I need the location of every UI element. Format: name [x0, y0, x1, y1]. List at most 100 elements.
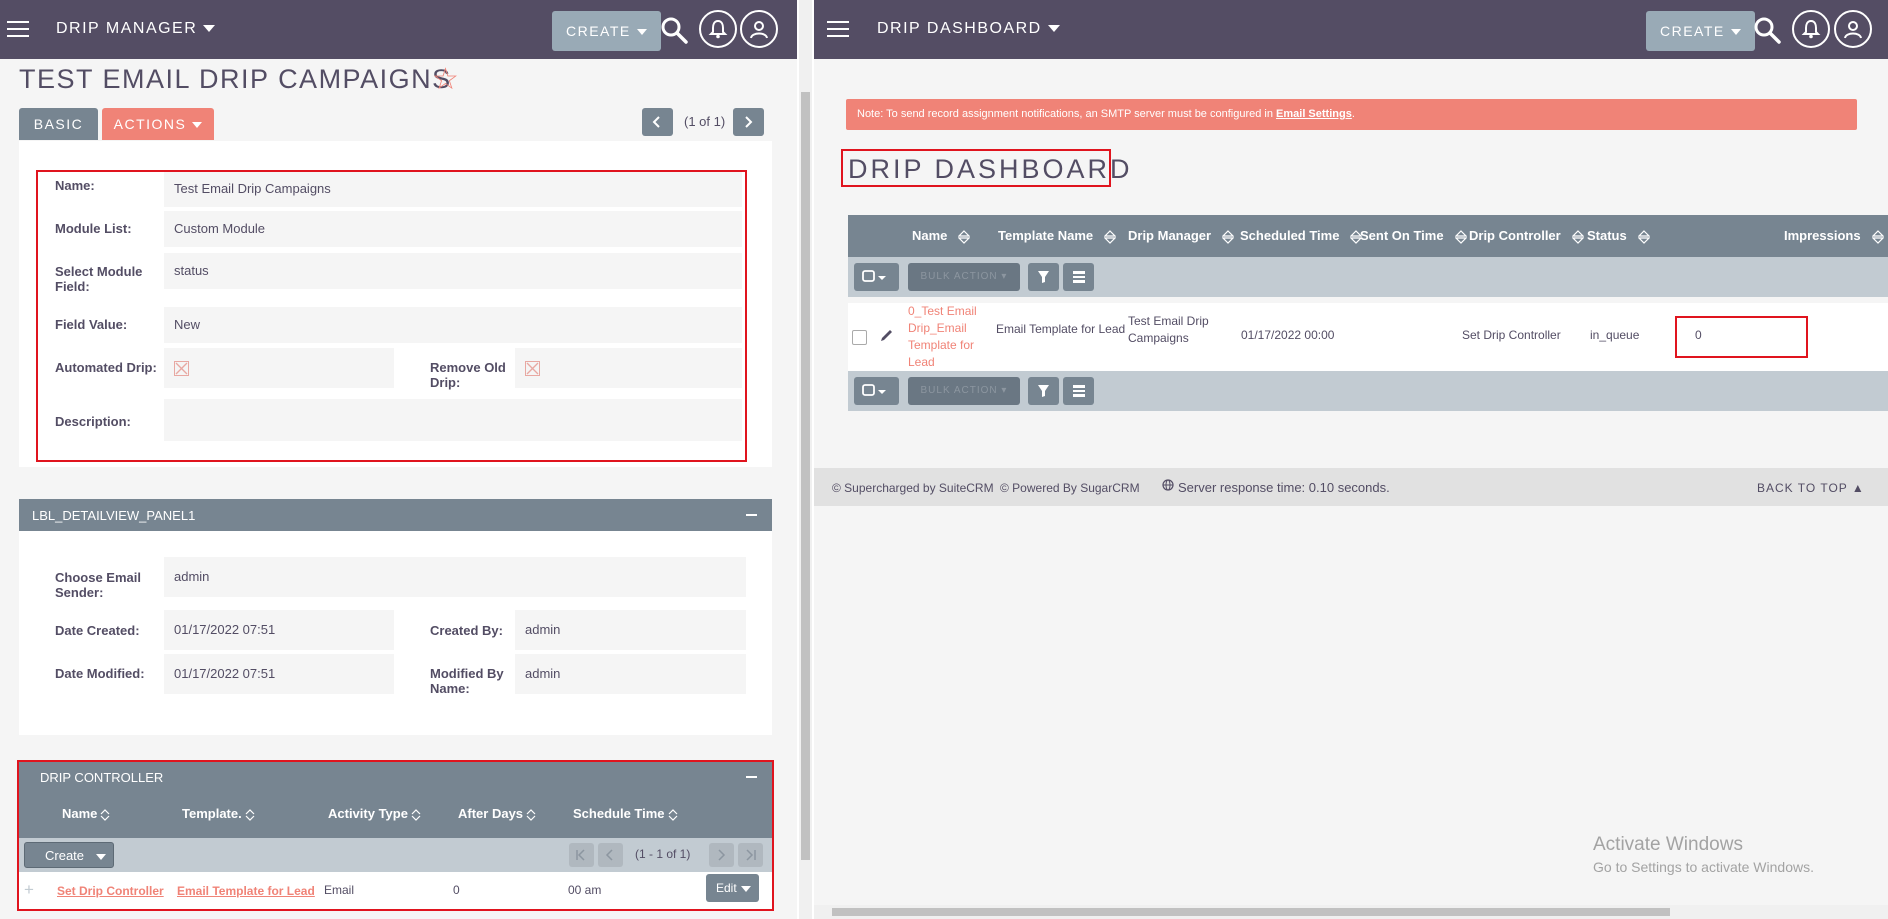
- module-title: DRIP DASHBOARD: [877, 20, 1042, 37]
- column-status[interactable]: Status: [1587, 228, 1650, 244]
- column-sent-on-time[interactable]: Sent On Time: [1360, 228, 1467, 244]
- highlight-box-dashboard-title: [841, 149, 1111, 187]
- tab-basic[interactable]: BASIC: [19, 108, 98, 140]
- module-menu[interactable]: DRIP MANAGER: [56, 20, 216, 38]
- column-name[interactable]: Name: [912, 228, 971, 244]
- modified-by-value: admin: [515, 654, 746, 694]
- list-column-headers: Name Template Name Drip Manager Schedule…: [848, 215, 1888, 263]
- column-label: Status: [1587, 228, 1627, 243]
- chevron-down-icon: [192, 122, 203, 129]
- email-sender-value: admin: [164, 557, 746, 597]
- panel1-title: LBL_DETAILVIEW_PANEL1: [32, 508, 196, 523]
- list-toolbar-top: BULK ACTION ▾: [848, 257, 1888, 297]
- column-template-name[interactable]: Template Name: [998, 228, 1117, 244]
- select-all-dropdown[interactable]: [854, 377, 899, 405]
- search-icon[interactable]: [1753, 16, 1781, 44]
- column-impressions[interactable]: Impressions: [1784, 228, 1884, 244]
- bulk-action-button[interactable]: BULK ACTION ▾: [908, 377, 1020, 405]
- status-cell: in_queue: [1590, 328, 1640, 342]
- detailview-panel1-header[interactable]: LBL_DETAILVIEW_PANEL1: [19, 499, 772, 531]
- select-all-dropdown[interactable]: [854, 263, 899, 291]
- bulk-action-label: BULK ACTION: [920, 385, 998, 396]
- hamburger-menu-icon[interactable]: [827, 21, 849, 37]
- notifications-bell-icon[interactable]: [1792, 10, 1830, 48]
- date-modified-label: Date Modified:: [55, 666, 145, 681]
- record-pager: (1 of 1): [684, 114, 726, 129]
- row-checkbox[interactable]: [852, 330, 867, 345]
- modified-by-label: Modified By Name:: [430, 666, 504, 696]
- chevron-down-icon: [1047, 25, 1060, 33]
- top-nav-bar: DRIP DASHBOARD CREATE: [814, 0, 1888, 59]
- column-chooser-icon[interactable]: [1063, 263, 1094, 291]
- search-icon[interactable]: [660, 16, 688, 44]
- create-button[interactable]: CREATE: [552, 11, 661, 51]
- highlight-box-drip-controller: [17, 760, 774, 911]
- top-nav-bar: DRIP MANAGER CREATE: [0, 0, 797, 59]
- drip-dashboard-pane: DRIP DASHBOARD CREATE Note: To send reco…: [814, 0, 1888, 919]
- notice-text: Note: To send record assignment notifica…: [857, 108, 1277, 120]
- column-label: Drip Controller: [1469, 228, 1561, 243]
- horizontal-scrollbar[interactable]: [814, 905, 1888, 919]
- drip-name-link[interactable]: 0_Test Email Drip_Email Template for Lea…: [908, 303, 978, 371]
- notifications-bell-icon[interactable]: [699, 10, 737, 48]
- back-to-top-label: BACK TO TOP: [1757, 481, 1848, 495]
- chevron-down-icon: [1730, 29, 1741, 36]
- template-name-cell: Email Template for Lead: [996, 322, 1126, 336]
- actions-menu-button[interactable]: ACTIONS: [102, 108, 214, 140]
- list-toolbar-bottom: BULK ACTION ▾: [848, 371, 1888, 411]
- highlight-box-status: [1675, 316, 1808, 358]
- user-profile-icon[interactable]: [1834, 10, 1872, 48]
- previous-record-button[interactable]: [642, 108, 673, 136]
- chevron-down-icon: [203, 25, 216, 33]
- drip-manager-cell: Test Email Drip Campaigns: [1128, 314, 1209, 345]
- pencil-edit-icon[interactable]: [880, 328, 894, 345]
- favorite-star-icon[interactable]: ☆: [432, 62, 459, 97]
- create-label: CREATE: [1660, 23, 1725, 39]
- module-title: DRIP MANAGER: [56, 20, 198, 37]
- powered-by-link[interactable]: © Powered By SugarCRM: [1000, 481, 1140, 495]
- date-modified-value: 01/17/2022 07:51: [164, 654, 394, 694]
- next-record-button[interactable]: [733, 108, 764, 136]
- column-chooser-icon[interactable]: [1063, 377, 1094, 405]
- back-to-top-link[interactable]: BACK TO TOP ▲: [1757, 481, 1865, 495]
- column-label: Scheduled Time: [1240, 228, 1340, 243]
- notice-suffix: .: [1351, 108, 1355, 120]
- sort-icon: [1104, 229, 1117, 244]
- sort-icon: [1571, 229, 1584, 244]
- sort-icon: [958, 229, 971, 244]
- module-menu[interactable]: DRIP DASHBOARD: [877, 20, 1060, 38]
- column-drip-controller[interactable]: Drip Controller: [1469, 228, 1584, 244]
- create-button[interactable]: CREATE: [1646, 11, 1755, 51]
- email-sender-label: Choose Email Sender:: [55, 570, 141, 600]
- actions-label: ACTIONS: [113, 116, 187, 132]
- scrollbar-thumb[interactable]: [801, 92, 810, 860]
- filter-icon[interactable]: [1028, 263, 1059, 291]
- sort-icon: [1871, 229, 1884, 244]
- record-title: TEST EMAIL DRIP CAMPAIGNS: [19, 64, 452, 94]
- date-created-label: Date Created:: [55, 623, 140, 638]
- column-label: Drip Manager: [1128, 228, 1212, 243]
- vertical-scrollbar[interactable]: [799, 0, 812, 919]
- date-created-value: 01/17/2022 07:51: [164, 610, 394, 650]
- filter-icon[interactable]: [1028, 377, 1059, 405]
- column-label: Template Name: [998, 228, 1094, 243]
- column-label: Impressions: [1784, 228, 1861, 243]
- column-label: Name: [912, 228, 948, 243]
- bulk-action-button[interactable]: BULK ACTION ▾: [908, 263, 1020, 291]
- hamburger-menu-icon[interactable]: [7, 21, 29, 37]
- create-label: CREATE: [566, 23, 631, 39]
- highlight-box-record-fields: [36, 170, 747, 462]
- column-label: Sent On Time: [1360, 228, 1444, 243]
- sort-icon: [1637, 229, 1650, 244]
- drip-manager-pane: DRIP MANAGER CREATE TEST EMAIL DRIP CAMP…: [0, 0, 797, 919]
- email-settings-link[interactable]: Email Settings: [1276, 108, 1352, 120]
- windows-activation-subtitle: Go to Settings to activate Windows.: [1593, 859, 1814, 875]
- collapse-icon[interactable]: [746, 514, 757, 516]
- server-response-time: Server response time: 0.10 seconds.: [1178, 480, 1390, 495]
- column-drip-manager[interactable]: Drip Manager: [1128, 228, 1235, 244]
- user-profile-icon[interactable]: [740, 10, 778, 48]
- supercharged-link[interactable]: © Supercharged by SuiteCRM: [832, 481, 994, 495]
- column-scheduled-time[interactable]: Scheduled Time: [1240, 228, 1363, 244]
- windows-activation-title: Activate Windows: [1593, 834, 1743, 855]
- scrollbar-thumb[interactable]: [832, 908, 1670, 916]
